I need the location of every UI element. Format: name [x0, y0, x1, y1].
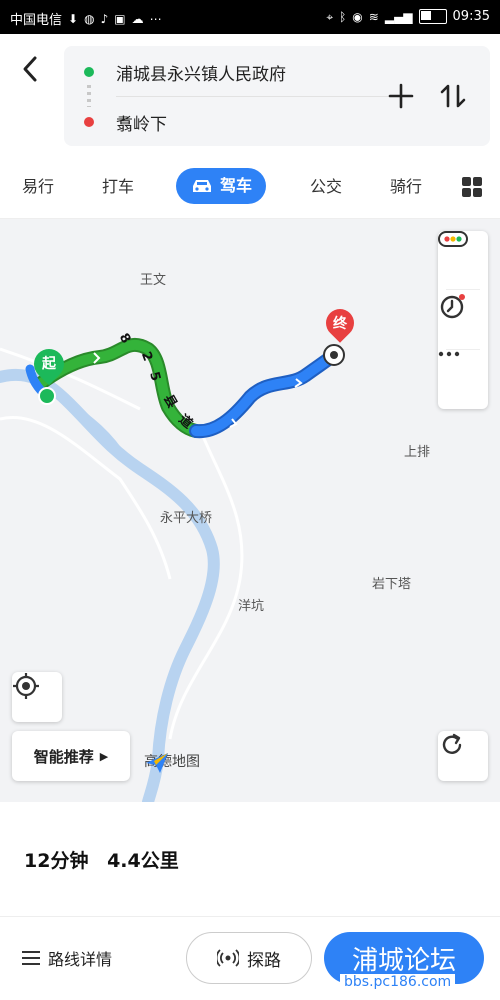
place-label: 永平大桥 — [160, 511, 213, 526]
tab-bus[interactable]: 公交 — [310, 173, 342, 201]
battery-icon — [418, 9, 447, 24]
tab-drive[interactable]: 驾车 — [176, 168, 267, 204]
start-marker-label: 起 — [42, 356, 56, 372]
swap-icon — [440, 84, 466, 108]
clock: 09:35 — [452, 9, 490, 24]
divider — [0, 916, 500, 917]
refresh-route-button[interactable] — [438, 731, 488, 781]
divider — [446, 289, 480, 290]
divider — [116, 96, 396, 97]
map-canvas — [0, 337, 345, 802]
route-header: 浦城县永兴镇人民政府 翥岭下 — [0, 34, 500, 156]
clock-history-icon — [440, 294, 465, 319]
chevron-left-icon — [23, 56, 37, 82]
bluetooth-icon: ᛒ — [339, 9, 347, 24]
destination-text: 翥岭下 — [116, 114, 167, 135]
more-dots-icon — [438, 351, 460, 357]
locate-icon — [13, 673, 39, 699]
route-card: 浦城县永兴镇人民政府 翥岭下 — [64, 46, 490, 146]
route-details-label: 路线详情 — [48, 950, 113, 969]
notification-icon: ◍ — [84, 11, 95, 26]
more-notifications-icon: ⋯ — [149, 11, 162, 26]
locate-button[interactable] — [12, 672, 62, 722]
destination-field[interactable]: 翥岭下 — [64, 100, 374, 144]
place-label: 王文 — [140, 273, 167, 288]
amap-logo: 高德地图 — [144, 751, 200, 773]
start-point-icon — [38, 387, 56, 405]
explore-label: 探路 — [247, 950, 281, 971]
traffic-light-icon — [438, 231, 468, 247]
route-details-button[interactable]: 路线详情 — [22, 946, 112, 970]
swap-route-button[interactable] — [436, 76, 470, 116]
smart-recommend-button[interactable]: 智能推荐 ▶ — [12, 731, 130, 781]
route-summary-panel: 12分钟 4.4公里 路线详情 探路 浦城论坛 bbs.pc186.com — [0, 802, 500, 1000]
smart-recommend-label: 智能推荐 — [33, 747, 94, 766]
origin-dot-icon — [84, 67, 94, 77]
place-label: 岩下塔 — [372, 577, 412, 592]
history-button[interactable] — [438, 291, 488, 349]
more-modes-grid-icon[interactable] — [462, 177, 482, 197]
cloud-icon: ☁ — [131, 11, 144, 26]
add-waypoint-button[interactable] — [388, 76, 414, 116]
app-icon: ▣ — [114, 11, 126, 26]
place-label: 洋坑 — [238, 599, 265, 614]
tab-easy[interactable]: 易行 — [22, 173, 54, 201]
list-icon — [22, 951, 40, 965]
back-button[interactable] — [14, 52, 48, 86]
map-tools-panel — [438, 231, 488, 409]
origin-field[interactable]: 浦城县永兴镇人民政府 — [64, 50, 374, 94]
tab-bike[interactable]: 骑行 — [390, 173, 422, 201]
tiktok-icon: ♪ — [100, 11, 109, 26]
map-view[interactable]: 起 终 8 2 5 县 道 王文 永平大桥 洋坑 上排 岩下塔 智能推荐 ▶ 高… — [0, 219, 500, 802]
watermark-text: bbs.pc186.com — [340, 974, 456, 990]
amap-logo-icon — [146, 753, 168, 773]
eye-icon: ◉ — [352, 9, 363, 24]
car-icon — [193, 180, 211, 192]
duration-text: 12分钟 — [24, 850, 89, 872]
route-summary: 12分钟 4.4公里 — [24, 846, 191, 873]
location-icon: ⌖ — [326, 9, 334, 24]
transport-tabs: 易行 打车 驾车 公交 骑行 — [0, 156, 500, 219]
tab-taxi[interactable]: 打车 — [102, 173, 134, 201]
start-label: 浦城论坛 — [351, 945, 456, 976]
origin-text: 浦城县永兴镇人民政府 — [116, 64, 286, 85]
explore-route-button[interactable]: 探路 — [186, 932, 312, 984]
place-label: 上排 — [404, 445, 431, 460]
triangle-right-icon: ▶ — [99, 749, 109, 763]
end-marker-label: 终 — [333, 316, 347, 332]
status-bar: 中国电信 ⬇ ◍ ♪ ▣ ☁ ⋯ ⌖ ᛒ ◉ ≋ ▂▄▆ 09:35 — [0, 0, 500, 34]
carrier-label: 中国电信 — [10, 13, 63, 28]
wifi-icon: ≋ — [368, 9, 379, 24]
traffic-toggle-button[interactable] — [438, 231, 488, 289]
broadcast-icon — [217, 949, 239, 967]
plus-icon — [388, 83, 414, 109]
divider — [446, 349, 480, 350]
refresh-icon — [442, 733, 462, 754]
download-icon: ⬇ — [68, 11, 79, 26]
destination-dot-icon — [84, 117, 94, 127]
tab-drive-label: 驾车 — [220, 176, 253, 195]
distance-text: 4.4公里 — [107, 850, 179, 872]
more-options-button[interactable] — [438, 351, 488, 409]
signal-icon: ▂▄▆ — [384, 9, 413, 24]
